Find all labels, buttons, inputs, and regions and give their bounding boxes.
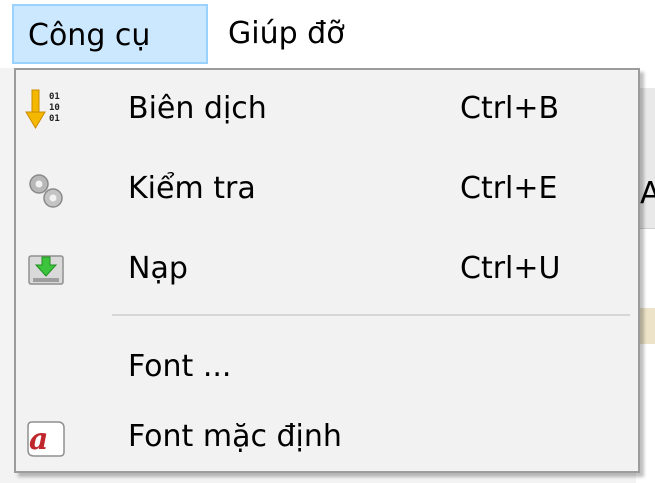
compile-icon: 01 10 01 [25,89,60,129]
menu-item-shortcut: Ctrl+B [460,91,560,126]
menubar-item-help[interactable]: Giúp đỡ [214,4,359,64]
menu-separator [112,314,630,316]
menu-bar: Công cụ Giúp đỡ [0,0,655,68]
svg-text:01: 01 [49,114,60,124]
svg-text:01: 01 [49,92,60,102]
menu-item-label: Kiểm tra [128,171,256,206]
tools-dropdown-menu: 01 10 01 Biên dịch Ctrl+B Kiểm tra Ctrl+… [14,68,640,473]
menubar-item-tools[interactable]: Công cụ [12,4,208,64]
menu-item-shortcut: Ctrl+U [460,251,561,286]
menu-item-compile[interactable]: 01 10 01 Biên dịch Ctrl+B [16,74,638,144]
svg-text:a: a [29,422,48,457]
menu-item-font[interactable]: Font ... [16,332,638,402]
menu-item-label: Biên dịch [128,91,267,126]
default-font-icon: a [27,421,65,457]
gears-icon [29,174,63,208]
upload-icon [28,255,64,285]
svg-text:10: 10 [49,103,60,113]
menu-item-label: Font mặc định [128,419,342,454]
menu-item-upload[interactable]: Nạp Ctrl+U [16,234,638,304]
menu-item-label: Nạp [128,251,188,286]
menu-item-shortcut: Ctrl+E [460,171,558,206]
menu-item-verify[interactable]: Kiểm tra Ctrl+E [16,154,638,224]
menu-item-default-font[interactable]: a Font mặc định [16,402,638,472]
menu-item-label: Font ... [128,349,232,384]
background-partial-text: A [640,176,655,211]
